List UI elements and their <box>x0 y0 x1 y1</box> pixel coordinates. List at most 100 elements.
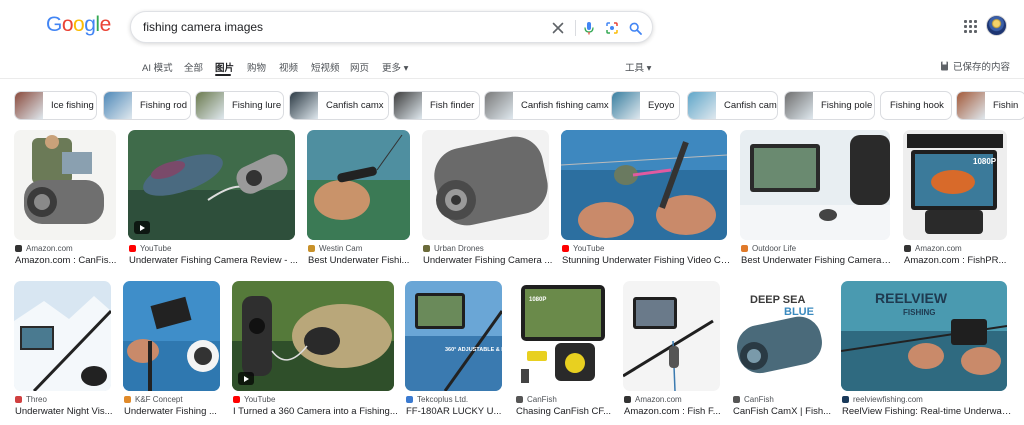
favicon-icon <box>233 396 240 403</box>
google-logo[interactable]: Google <box>46 13 111 37</box>
chip-fishing-rod[interactable]: Fishing rod <box>103 91 191 120</box>
result-thumbnail[interactable] <box>623 281 720 391</box>
result-source[interactable]: Urban Drones <box>423 244 484 253</box>
result-source[interactable]: Amazon.com <box>624 395 682 404</box>
result-title-link[interactable]: Amazon.com : CanFis... <box>15 255 121 266</box>
result-thumbnail[interactable] <box>14 130 116 240</box>
result-thumbnail[interactable] <box>14 281 111 391</box>
chip-label: Fishing rod <box>140 100 187 111</box>
result-source[interactable]: YouTube <box>562 244 604 253</box>
result-thumbnail[interactable] <box>561 130 727 240</box>
tab-ai-mode[interactable]: AI 模式 <box>142 60 173 74</box>
tab-web[interactable]: 网页 <box>350 60 369 74</box>
result-title-link[interactable]: Best Underwater Fishi... <box>308 255 415 266</box>
chip-label: Canfish fishing camx <box>521 100 609 111</box>
apps-grid-icon[interactable] <box>962 18 978 34</box>
result-title-link[interactable]: Underwater Fishing Camera Review - ... <box>129 255 300 266</box>
result-source[interactable]: K&F Concept <box>124 395 183 404</box>
favicon-icon <box>842 396 849 403</box>
avatar[interactable] <box>986 15 1007 36</box>
chip-fishin[interactable]: Fishin <box>956 91 1024 120</box>
chip-fishing-hook[interactable]: Fishing hook <box>880 91 952 120</box>
source-label: K&F Concept <box>135 395 183 404</box>
search-divider <box>575 20 576 36</box>
chip-fishing-lure[interactable]: Fishing lure <box>195 91 284 120</box>
lens-icon[interactable] <box>602 18 622 38</box>
microphone-icon[interactable] <box>579 18 599 38</box>
result-title-link[interactable]: CanFish CamX | Fish... <box>733 406 834 417</box>
chip-label: Eyoyo <box>648 100 675 111</box>
tab-videos[interactable]: 视频 <box>279 60 298 74</box>
chip-label: Ice fishing <box>51 100 94 111</box>
result-source[interactable]: Amazon.com <box>904 244 962 253</box>
result-thumbnail[interactable]: 1080P <box>515 281 611 391</box>
top-bar: Google fishing camera images <box>0 0 1024 52</box>
result-source[interactable]: Outdoor Life <box>741 244 796 253</box>
result-title-link[interactable]: FF-180AR LUCKY U... <box>406 406 507 417</box>
tab-shopping[interactable]: 购物 <box>247 60 266 74</box>
result-source[interactable]: Westin Cam <box>308 244 362 253</box>
chip-ice-fishing[interactable]: Ice fishing <box>14 91 97 120</box>
source-label: CanFish <box>527 395 557 404</box>
favicon-icon <box>129 245 136 252</box>
result-thumbnail[interactable] <box>123 281 220 391</box>
result-source[interactable]: CanFish <box>733 395 774 404</box>
svg-text:DEEP SEA: DEEP SEA <box>750 294 805 306</box>
favicon-icon <box>733 396 740 403</box>
favicon-icon <box>516 396 523 403</box>
result-thumbnail[interactable]: DEEP SEA BLUE <box>732 281 829 391</box>
logo-letter: o <box>61 13 74 36</box>
result-title-link[interactable]: ReelView Fishing: Real-time Underwat... <box>842 406 1012 417</box>
tools-button[interactable]: 工具 ▾ <box>625 60 651 74</box>
chip-canfish-cam[interactable]: Canfish cam <box>687 91 778 120</box>
result-thumbnail[interactable] <box>128 130 295 240</box>
search-icon[interactable] <box>625 18 645 38</box>
chip-canfish-fishing-camx[interactable]: Canfish fishing camx <box>484 91 619 120</box>
result-source[interactable]: reelviewfishing.com <box>842 395 923 404</box>
active-tab-indicator <box>215 74 231 76</box>
tab-more[interactable]: 更多 ▾ <box>382 60 408 74</box>
chip-fishing-pole[interactable]: Fishing pole <box>784 91 875 120</box>
chip-canfish-camx[interactable]: Canfish camx <box>289 91 389 120</box>
result-title-link[interactable]: Best Underwater Fishing Cameras ... <box>741 255 895 266</box>
result-title-link[interactable]: Chasing CanFish CF... <box>516 406 616 417</box>
chip-thumbnail <box>612 92 640 119</box>
saved-button[interactable]: 已保存的内容 <box>940 59 1010 73</box>
tab-images[interactable]: 图片 <box>215 60 234 74</box>
result-title-link[interactable]: I Turned a 360 Camera into a Fishing... <box>233 406 399 417</box>
result-source[interactable]: YouTube <box>129 244 171 253</box>
source-label: Amazon.com <box>635 395 682 404</box>
result-title-link[interactable]: Underwater Night Vis... <box>15 406 116 417</box>
clear-icon[interactable] <box>548 18 568 38</box>
result-thumbnail[interactable] <box>422 130 549 240</box>
result-thumbnail[interactable] <box>740 130 890 240</box>
result-thumbnail[interactable]: 1080P <box>903 130 1007 240</box>
tab-short-videos[interactable]: 短视频 <box>311 60 340 74</box>
result-source[interactable]: Amazon.com <box>15 244 73 253</box>
logo-letter: g <box>84 13 96 36</box>
source-label: Outdoor Life <box>752 244 797 253</box>
result-thumbnail[interactable] <box>307 130 410 240</box>
result-source[interactable]: YouTube <box>233 395 275 404</box>
result-source[interactable]: Tekcoplus Ltd. <box>406 395 468 404</box>
chip-eyoyo[interactable]: Eyoyo <box>611 91 680 120</box>
result-title-link[interactable]: Amazon.com : FishPR... <box>904 255 1012 266</box>
source-label: Amazon.com <box>915 244 962 253</box>
chip-thumbnail <box>785 92 813 119</box>
result-source[interactable]: CanFish <box>516 395 557 404</box>
result-thumbnail[interactable] <box>232 281 394 391</box>
chip-fish-finder[interactable]: Fish finder <box>393 91 480 120</box>
search-input[interactable]: fishing camera images <box>143 20 263 34</box>
result-thumbnail[interactable]: REELVIEW FISHING <box>841 281 1007 391</box>
result-title-link[interactable]: Underwater Fishing Camera ... <box>423 255 554 266</box>
result-title-link[interactable]: Amazon.com : Fish F... <box>624 406 725 417</box>
result-title-link[interactable]: Underwater Fishing ... <box>124 406 225 417</box>
chip-thumbnail <box>290 92 318 119</box>
tab-all[interactable]: 全部 <box>184 60 203 74</box>
result-title-link[interactable]: Stunning Underwater Fishing Video Ca... <box>562 255 732 266</box>
result-source[interactable]: Threo <box>15 395 47 404</box>
result-thumbnail[interactable]: 360° ADJUSTABLE & EASY INSTALLATION <box>405 281 502 391</box>
source-label: Westin Cam <box>319 244 363 253</box>
favicon-icon <box>624 396 631 403</box>
search-box[interactable]: fishing camera images <box>130 11 653 43</box>
